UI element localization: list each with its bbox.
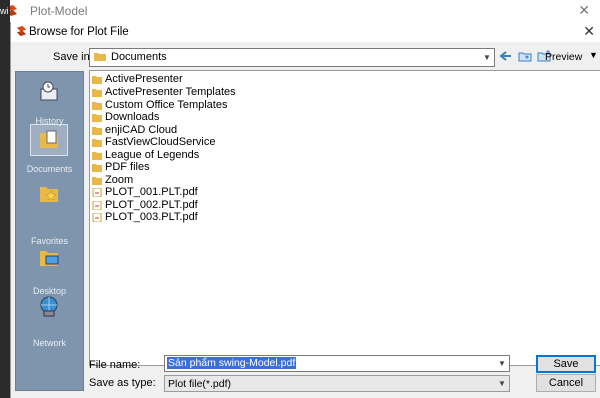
item-label: Custom Office Templates — [105, 99, 228, 111]
place-label: Desktop — [32, 286, 67, 296]
chevron-down-icon[interactable]: ▼ — [495, 376, 509, 391]
folder-icon — [92, 75, 102, 84]
folder-icon — [92, 151, 102, 160]
item-label: ActivePresenter — [105, 73, 183, 85]
file-name-value[interactable]: Sản phẩm swing-Model.pdf — [167, 357, 297, 369]
save-in-label: Save in: — [53, 51, 93, 63]
list-item[interactable]: PLOT_001.PLT.pdf — [92, 186, 198, 198]
pdf-file-icon — [92, 187, 102, 197]
browse-dialog: Browse for Plot File ✕ Save in: Document… — [10, 22, 600, 398]
file-name-field[interactable]: Sản phẩm swing-Model.pdf ▼ — [164, 355, 510, 372]
list-item[interactable]: PLOT_002.PLT.pdf — [92, 199, 198, 211]
dialog-close-icon[interactable]: ✕ — [583, 23, 595, 40]
list-item[interactable]: PDF files — [92, 161, 150, 173]
dialog-title: Browse for Plot File — [29, 26, 129, 38]
item-label: Downloads — [105, 111, 160, 123]
list-item[interactable]: FastViewCloudService — [92, 136, 215, 148]
folder-icon — [92, 126, 102, 135]
views-menu-arrow-icon[interactable]: ▼ — [589, 50, 598, 60]
outer-close-icon[interactable]: ✕ — [578, 2, 590, 19]
preview-toggle[interactable]: Preview — [545, 51, 582, 63]
list-item[interactable]: PLOT_003.PLT.pdf — [92, 211, 198, 223]
place-favorites[interactable]: Favorites — [16, 176, 83, 246]
item-label: enjiCAD Cloud — [105, 124, 178, 136]
list-item[interactable]: Downloads — [92, 111, 159, 123]
chevron-down-icon[interactable]: ▼ — [495, 356, 509, 371]
list-item[interactable]: ActivePresenter — [92, 73, 183, 85]
place-label: Network — [32, 338, 66, 348]
list-item[interactable]: Zoom — [92, 174, 133, 186]
places-bar: History Documents Favorites Desktop Netw… — [15, 71, 84, 391]
list-item[interactable]: ActivePresenter Templates — [92, 86, 236, 98]
folder-icon — [92, 88, 102, 97]
save-as-type-value: Plot file(*.pdf) — [168, 378, 232, 390]
item-label: PDF files — [105, 161, 150, 173]
place-network[interactable]: Network — [16, 296, 83, 348]
cancel-button[interactable]: Cancel — [536, 374, 596, 392]
back-icon[interactable] — [499, 49, 513, 63]
list-item[interactable]: League of Legends — [92, 149, 199, 161]
place-desktop[interactable]: Desktop — [16, 246, 83, 296]
folder-icon — [92, 163, 102, 172]
save-in-combobox[interactable]: Documents ▼ — [89, 48, 495, 67]
item-label: League of Legends — [105, 149, 200, 161]
outer-titlebar: Plot-Model ✕ — [0, 0, 600, 23]
place-history[interactable]: History — [16, 76, 83, 126]
item-label: PLOT_002.PLT.pdf — [105, 199, 198, 211]
file-list[interactable]: ActivePresenter ActivePresenter Template… — [89, 70, 600, 366]
favorites-icon — [40, 187, 58, 202]
save-in-value: Documents — [111, 51, 167, 63]
item-label: FastViewCloudService — [105, 136, 216, 148]
background-strip — [0, 22, 10, 398]
list-item[interactable]: Custom Office Templates — [92, 99, 227, 111]
place-label: Favorites — [30, 236, 68, 246]
pdf-file-icon — [92, 200, 102, 210]
documents-icon — [40, 130, 58, 148]
desktop-icon — [40, 251, 59, 266]
folder-icon — [92, 101, 102, 110]
item-label: ActivePresenter Templates — [105, 86, 236, 98]
item-label: PLOT_001.PLT.pdf — [105, 186, 198, 198]
item-label: Zoom — [105, 174, 134, 186]
folder-icon — [92, 138, 102, 147]
app-logo-icon — [16, 25, 27, 37]
network-icon — [40, 296, 58, 317]
item-label: PLOT_003.PLT.pdf — [105, 211, 198, 223]
save-button[interactable]: Save — [536, 355, 596, 373]
save-as-type-label: Save as type: — [89, 377, 156, 389]
list-item[interactable]: enjiCAD Cloud — [92, 124, 177, 136]
save-as-type-select[interactable]: Plot file(*.pdf) ▼ — [164, 375, 510, 392]
chevron-down-icon[interactable]: ▼ — [480, 49, 494, 66]
folder-icon — [92, 113, 102, 122]
dialog-titlebar: Browse for Plot File ✕ — [11, 22, 600, 42]
folder-icon — [94, 53, 106, 61]
place-documents[interactable]: Documents — [16, 124, 83, 174]
pdf-file-icon — [92, 212, 102, 222]
place-label: Documents — [26, 164, 73, 174]
background-app-text: wi — [0, 0, 10, 22]
outer-window-title: Plot-Model — [30, 4, 88, 18]
file-name-label: File name: — [89, 359, 141, 371]
up-folder-icon[interactable] — [518, 49, 532, 63]
history-icon — [40, 81, 58, 101]
folder-icon — [92, 176, 102, 185]
